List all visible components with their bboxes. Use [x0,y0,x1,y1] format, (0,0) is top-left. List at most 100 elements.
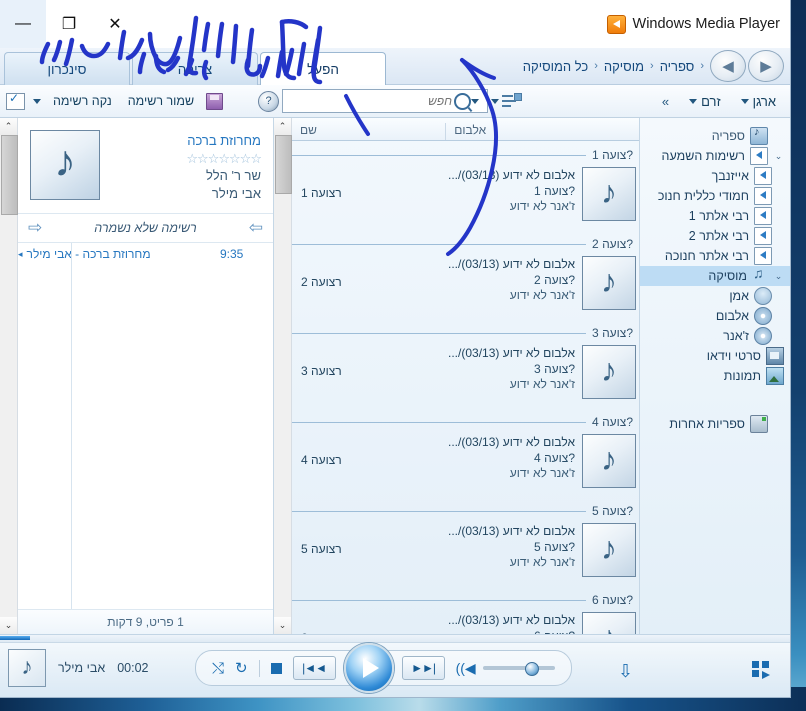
sidebar-item-music[interactable]: מוסיקה ⌄ [640,265,790,286]
search-input[interactable] [287,93,454,109]
scroll-down-button[interactable]: ⌄ [274,617,291,634]
breadcrumb-item-all-music[interactable]: כל המוסיקה [523,59,588,74]
group-divider-line [292,599,587,601]
album-group-header: ?צועה 3 [292,324,639,342]
sidebar-item-other-libraries[interactable]: ספריות אחרות [640,414,790,434]
previous-track-icon[interactable]: ◄◄| [292,656,336,680]
music-note-art-icon: ♪ [582,434,636,488]
playlist-header: ⇦ רשימה שלא נשמרה ⇨ [18,214,273,243]
scrollbar-thumb[interactable] [275,135,292,194]
media-player-window: ✕ ❐ — Windows Media Player ▶ ◀ ‹ ספריה ‹… [0,0,790,697]
close-button[interactable]: ✕ [92,0,138,48]
player-track-info: ♪ אבי מילר 00:02 [8,649,148,687]
maximize-button[interactable]: ❐ [46,0,92,48]
now-playing-metadata: מחרוזת ברכה ☆☆☆☆☆☆☆ שר ר' הלל אבי מילר [111,130,262,203]
sidebar-item-pictures[interactable]: תמונות [640,366,790,386]
tab-play[interactable]: הפעל [260,52,386,86]
table-row[interactable]: ♪ אלבום לא ידוע (03/13)/... ?צועה 1 ז'אנ… [292,164,639,230]
album-meta-cell: ♪ אלבום לא ידוע (03/13)/... ?צועה 2 ז'אנ… [448,253,639,310]
minimize-button[interactable]: — [0,0,46,48]
playlist-back-arrow-icon[interactable]: ⇦ [249,218,263,238]
list-options-icon[interactable] [6,91,25,110]
forward-button[interactable]: ▶ [748,50,784,82]
now-playing-title[interactable]: מחרוזת ברכה [111,132,261,150]
table-row[interactable]: ♪ אלבום לא ידוע (03/13)/... ?צועה 2 ז'אנ… [292,253,639,319]
toolbar-left-group: נקה רשימה שמור רשימה [6,85,224,117]
breadcrumb-item-library[interactable]: ספריה [660,59,695,74]
album-icon [754,307,772,325]
shuffle-icon[interactable]: ⤭ [212,661,224,676]
now-playing-panel: ♪ מחרוזת ברכה ☆☆☆☆☆☆☆ שר ר' הלל אבי מילר… [18,118,274,634]
save-disk-icon[interactable] [206,92,224,110]
column-header-name[interactable]: שם [292,123,445,140]
sidebar-item-playlists[interactable]: רשימות השמעה ⌄ [640,146,790,166]
table-row[interactable]: ♪ אלבום לא ידוע (03/13)/... ?צועה 5 ז'אנ… [292,520,639,586]
play-icon[interactable] [343,643,394,693]
scroll-up-button[interactable]: ⌃ [0,118,17,135]
search-box[interactable] [282,89,488,113]
album-meta-cell: ♪ אלבום לא ידוע (03/13)/... ?צועה 3 ז'אנ… [448,342,639,399]
list-item[interactable]: 9:35 ◂ מחרוזת ברכה - אבי מילר [18,243,273,265]
repeat-icon[interactable]: ↻ [235,661,248,676]
stop-icon[interactable] [270,662,282,674]
now-playing-subtitle-2: אבי מילר [211,186,261,201]
back-button[interactable]: ◀ [710,50,746,82]
switch-to-now-playing-icon[interactable] [752,661,776,679]
chevron-down-icon [689,98,698,104]
list-options-chevron-down-icon[interactable] [33,98,41,104]
sidebar-item-chanukah-playlist[interactable]: חמודי כללית חנוכ [640,186,790,206]
column-header-album[interactable]: אלבום [446,123,639,140]
sidebar-item-label: מוסיקה [708,269,747,283]
table-row[interactable]: ♪ אלבום לא ידוע (03/13)/... ?צועה 3 ז'אנ… [292,342,639,408]
chevron-down-icon[interactable]: ⌄ [773,271,784,282]
stream-menu-button[interactable]: זרם [681,92,729,111]
help-globe-icon[interactable]: ? [258,90,279,112]
table-row[interactable]: ♪ אלבום לא ידוע (03/13)/... ?צועה 6 ז'אנ… [292,609,639,634]
chevron-down-icon[interactable]: ⌄ [773,151,784,162]
volume-slider-knob[interactable] [524,662,539,676]
album-artist: ?צועה 2 [534,272,575,287]
tab-sync[interactable]: סינכרון [4,52,130,85]
scrollbar-track[interactable] [274,135,291,617]
sidebar-item-album[interactable]: אלבום [640,306,790,326]
save-list-button[interactable]: שמור רשימה [124,92,198,110]
now-playing-scrollbar[interactable]: ⌃ ⌄ [0,118,18,634]
sidebar-item-artist[interactable]: אמן [640,286,790,306]
view-options-icon[interactable] [502,92,522,110]
scroll-down-button[interactable]: ⌄ [0,617,17,634]
organize-menu-button[interactable]: ארגן [733,92,784,111]
scroll-up-button[interactable]: ⌃ [274,118,291,135]
tab-burn[interactable]: צריבה [132,52,258,85]
breadcrumb-item-music[interactable]: מוסיקה [604,59,644,74]
sidebar-item-library[interactable]: ספריה [640,126,790,146]
playlist-forward-arrow-icon[interactable]: ⇨ [28,218,42,238]
toolbar-overflow-button[interactable]: » [654,92,677,111]
sidebar-item-genre[interactable]: ז'אנר [640,326,790,346]
table-row[interactable]: ♪ אלבום לא ידוע (03/13)/... ?צועה 4 ז'אנ… [292,431,639,497]
now-playing-card: ♪ מחרוזת ברכה ☆☆☆☆☆☆☆ שר ר' הלל אבי מילר [18,118,273,214]
pictures-icon [766,367,784,385]
album-text-block: אלבום לא ידוע (03/13)/... ?צועה 6 ז'אנר … [448,612,575,634]
search-chevron-down-icon[interactable] [471,98,479,104]
sidebar-item-eisenbach[interactable]: אייזנבך [640,166,790,186]
rating-stars[interactable]: ☆☆☆☆☆☆☆ [111,150,262,167]
sidebar-item-rabbi-alter-2[interactable]: רבי אלתר 2 [640,226,790,246]
column-divider [445,123,447,140]
next-track-icon[interactable]: |►► [401,656,445,680]
now-playing-indicator-icon: ◂ [18,248,23,259]
volume-slider[interactable] [482,662,555,676]
clear-list-button[interactable]: נקה רשימה [49,92,116,110]
seek-slider[interactable] [0,635,790,643]
album-group-header: ?צועה 4 [292,413,639,431]
sidebar-item-rabbi-alter-1[interactable]: רבי אלתר 1 [640,206,790,226]
download-arrow-icon[interactable]: ⇩ [618,661,633,682]
view-chevron-down-icon[interactable] [491,98,499,104]
album-list: אלבום שם ?צועה 1 ♪ אלבום לא ידוע (03/13)… [292,118,639,634]
sidebar-item-rabbi-alter-chanukah[interactable]: רבי אלתר חנוכה [640,246,790,266]
scrollbar-thumb[interactable] [1,135,18,215]
sidebar-item-videos[interactable]: סרטי וידאו [640,346,790,366]
volume-icon[interactable]: ◀)) [456,660,476,677]
sidebar-item-label: חמודי כללית חנוכ [657,189,749,203]
details-scrollbar[interactable]: ⌃ ⌄ [274,118,292,634]
